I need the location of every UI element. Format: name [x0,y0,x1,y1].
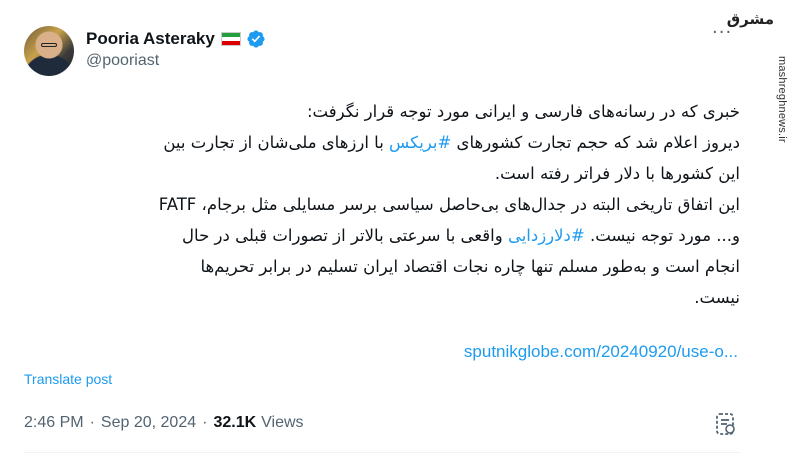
post-text-segment: دیروز اعلام شد که حجم تجارت کشورهای [451,133,740,152]
author-name-row: Pooria Asteraky [86,27,266,51]
iran-flag-icon [220,32,241,46]
author-display-name[interactable]: Pooria Asteraky [86,29,215,49]
post-line: این کشورها با دلار فراتر رفته است. [494,164,740,183]
post-line: انجام است و به‌طور مسلم تنها چاره نجات ا… [200,257,740,276]
post-line: و... مورد توجه نیست. #دلارزدایی واقعی با… [20,220,740,251]
avatar-glasses [41,43,57,47]
post-line: خبری که در رسانه‌های فارسی و ایرانی مورد… [306,102,740,121]
post-text: خبری که در رسانه‌های فارسی و ایرانی مورد… [20,96,740,313]
grok-analyze-icon[interactable] [712,411,738,437]
post-text-segment: واقعی با سرعتی بالاتر از تصورات قبلی در … [182,226,508,245]
divider [24,452,740,453]
views-count: 32.1K [213,414,257,431]
watermark-url: mashreghnews.ir [776,56,788,143]
post-text-segment: و... مورد توجه نیست. [584,226,740,245]
verified-badge-icon[interactable] [246,29,266,49]
post-line: این اتفاق تاریخی البته در جدال‌های بی‌حا… [158,195,740,214]
post-time[interactable]: 2:46 PM [24,414,84,432]
author-handle[interactable]: @pooriast [86,52,159,70]
external-link[interactable]: sputnikglobe.com/20240920/use-o... [464,342,738,362]
translate-post-button[interactable]: Translate post [24,371,112,387]
post-meta: 2:46 PM · Sep 20, 2024 · 32.1K Views [24,414,304,432]
meta-separator: · [89,414,95,431]
tweet-card: Pooria Asteraky @pooriast ··· مشرق mashr… [0,0,800,462]
watermark-logo: مشرق [726,10,774,28]
meta-separator: · [202,414,208,431]
hashtag-link[interactable]: #بریکس [389,133,451,152]
views-label: Views [261,414,304,431]
post-text-segment: با ارزهای ملی‌شان از تجارت بین [163,133,390,152]
post-date[interactable]: Sep 20, 2024 [101,414,196,432]
post-line: دیروز اعلام شد که حجم تجارت کشورهای #بری… [20,127,740,158]
avatar[interactable] [24,26,74,76]
hashtag-link[interactable]: #دلارزدایی [508,226,585,245]
post-line: نیست. [694,288,740,307]
